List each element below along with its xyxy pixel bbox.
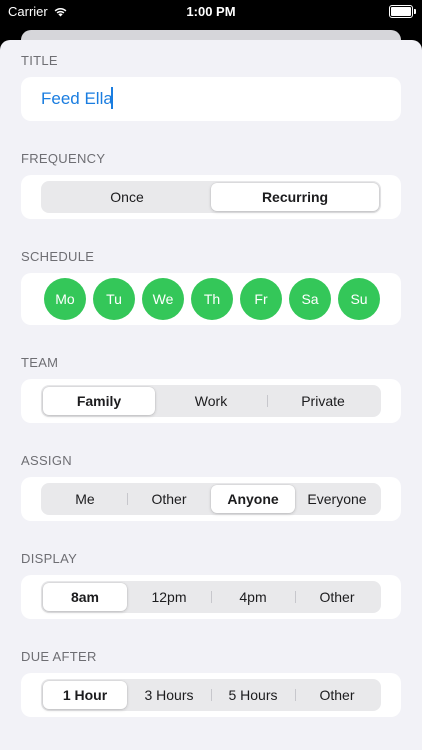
day-toggle-mo[interactable]: Mo xyxy=(44,278,86,320)
team-section-header: TEAM xyxy=(21,355,59,370)
status-bar: Carrier 1:00 PM xyxy=(0,0,422,24)
display-option-12pm[interactable]: 12pm xyxy=(127,583,211,611)
day-toggle-th[interactable]: Th xyxy=(191,278,233,320)
day-toggle-sa[interactable]: Sa xyxy=(289,278,331,320)
day-toggle-fr[interactable]: Fr xyxy=(240,278,282,320)
team-option-family[interactable]: Family xyxy=(43,387,155,415)
assign-card: Me Other Anyone Everyone xyxy=(21,477,401,521)
due-after-option-other[interactable]: Other xyxy=(295,681,379,709)
due-after-option-5-hours[interactable]: 5 Hours xyxy=(211,681,295,709)
display-option-4pm[interactable]: 4pm xyxy=(211,583,295,611)
due-after-option-1-hour[interactable]: 1 Hour xyxy=(43,681,127,709)
assign-segmented-control: Me Other Anyone Everyone xyxy=(41,483,381,515)
schedule-days: Mo Tu We Th Fr Sa Su xyxy=(44,278,380,320)
text-caret xyxy=(111,87,113,109)
title-input[interactable] xyxy=(41,87,371,111)
due-after-segmented-control: 1 Hour 3 Hours 5 Hours Other xyxy=(41,679,381,711)
display-section-header: DISPLAY xyxy=(21,551,78,566)
assign-option-anyone[interactable]: Anyone xyxy=(211,485,295,513)
display-card: 8am 12pm 4pm Other xyxy=(21,575,401,619)
display-option-8am[interactable]: 8am xyxy=(43,583,127,611)
status-time: 1:00 PM xyxy=(186,4,236,19)
frequency-segmented-control: Once Recurring xyxy=(41,181,381,213)
frequency-option-once[interactable]: Once xyxy=(43,183,211,211)
title-section-header: TITLE xyxy=(21,53,58,68)
battery-icon xyxy=(389,5,416,18)
assign-section-header: ASSIGN xyxy=(21,453,72,468)
assign-option-everyone[interactable]: Everyone xyxy=(295,485,379,513)
team-card: Family Work Private xyxy=(21,379,401,423)
team-segmented-control: Family Work Private xyxy=(41,385,381,417)
day-toggle-we[interactable]: We xyxy=(142,278,184,320)
day-toggle-su[interactable]: Su xyxy=(338,278,380,320)
frequency-section-header: FREQUENCY xyxy=(21,151,106,166)
task-editor-sheet: TITLE FREQUENCY Once Recurring SCHEDULE … xyxy=(0,40,422,750)
due-after-card: 1 Hour 3 Hours 5 Hours Other xyxy=(21,673,401,717)
display-segmented-control: 8am 12pm 4pm Other xyxy=(41,581,381,613)
schedule-section-header: SCHEDULE xyxy=(21,249,95,264)
team-option-work[interactable]: Work xyxy=(155,387,267,415)
day-toggle-tu[interactable]: Tu xyxy=(93,278,135,320)
due-after-section-header: DUE AFTER xyxy=(21,649,97,664)
frequency-option-recurring[interactable]: Recurring xyxy=(211,183,379,211)
assign-option-other[interactable]: Other xyxy=(127,485,211,513)
due-after-option-3-hours[interactable]: 3 Hours xyxy=(127,681,211,709)
team-option-private[interactable]: Private xyxy=(267,387,379,415)
assign-option-me[interactable]: Me xyxy=(43,485,127,513)
display-option-other[interactable]: Other xyxy=(295,583,379,611)
title-card xyxy=(21,77,401,121)
frequency-card: Once Recurring xyxy=(21,175,401,219)
schedule-card: Mo Tu We Th Fr Sa Su xyxy=(21,273,401,325)
